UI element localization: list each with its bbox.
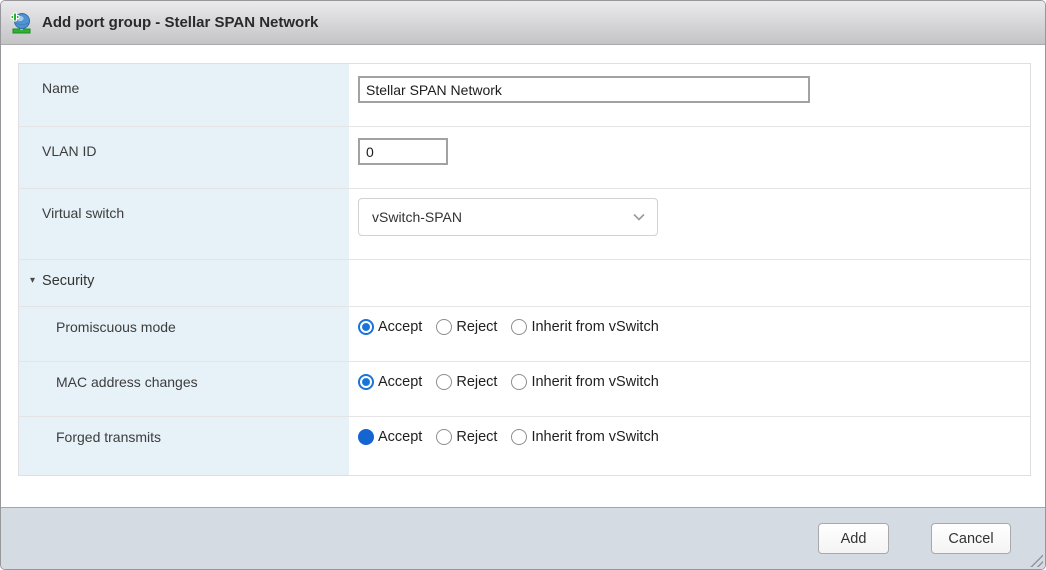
radio-option-label: Accept <box>378 319 422 335</box>
name-label-cell: Name <box>19 64 349 126</box>
radio-option-label: Inherit from vSwitch <box>531 319 658 335</box>
vswitch-label: Virtual switch <box>42 205 124 221</box>
radio-button-icon <box>511 429 527 445</box>
forged-transmits-radio-group: Accept Reject Inherit from vSwitch <box>358 429 1030 445</box>
vlan-row: VLAN ID <box>19 127 1030 189</box>
forged-inherit-radio[interactable]: Inherit from vSwitch <box>511 429 658 445</box>
vswitch-field-cell: vSwitch-SPAN <box>349 189 1030 259</box>
promiscuous-accept-radio[interactable]: Accept <box>358 319 422 335</box>
mac-changes-accept-radio[interactable]: Accept <box>358 374 422 390</box>
forged-accept-radio[interactable]: Accept <box>358 429 422 445</box>
security-section-label: Security <box>42 273 94 289</box>
name-input[interactable] <box>358 76 810 103</box>
radio-button-icon <box>436 319 452 335</box>
dialog-title: Add port group - Stellar SPAN Network <box>42 14 318 31</box>
vlan-label-cell: VLAN ID <box>19 127 349 188</box>
radio-button-icon <box>511 374 527 390</box>
vswitch-select[interactable]: vSwitch-SPAN <box>358 198 658 236</box>
form-table: Name VLAN ID Virtual switch <box>18 63 1031 476</box>
mac-changes-label: MAC address changes <box>56 374 198 390</box>
name-label: Name <box>42 80 79 96</box>
radio-option-label: Reject <box>456 374 497 390</box>
vlan-label: VLAN ID <box>42 143 96 159</box>
promiscuous-label: Promiscuous mode <box>56 319 176 335</box>
radio-option-label: Accept <box>378 374 422 390</box>
chevron-down-icon <box>633 208 645 226</box>
vlan-field-cell <box>349 127 1030 188</box>
forged-transmits-field-cell: Accept Reject Inherit from vSwitch <box>349 417 1030 475</box>
name-field-cell <box>349 64 1030 126</box>
vswitch-selected-value: vSwitch-SPAN <box>372 209 462 225</box>
radio-button-icon <box>358 429 374 445</box>
mac-changes-row: MAC address changes Accept Reject <box>19 362 1030 417</box>
mac-changes-inherit-radio[interactable]: Inherit from vSwitch <box>511 374 658 390</box>
radio-option-label: Reject <box>456 319 497 335</box>
radio-option-label: Inherit from vSwitch <box>531 429 658 445</box>
dialog-titlebar: Add port group - Stellar SPAN Network <box>1 1 1045 45</box>
vswitch-label-cell: Virtual switch <box>19 189 349 259</box>
radio-button-icon <box>511 319 527 335</box>
radio-button-icon <box>436 374 452 390</box>
mac-changes-radio-group: Accept Reject Inherit from vSwitch <box>358 374 1030 390</box>
radio-button-icon <box>436 429 452 445</box>
radio-option-label: Inherit from vSwitch <box>531 374 658 390</box>
vlan-input[interactable] <box>358 138 448 165</box>
promiscuous-label-cell: Promiscuous mode <box>19 307 349 361</box>
radio-button-icon <box>358 319 374 335</box>
security-section-spacer <box>349 260 1030 306</box>
forged-transmits-label-cell: Forged transmits <box>19 417 349 475</box>
radio-option-label: Accept <box>378 429 422 445</box>
mac-changes-reject-radio[interactable]: Reject <box>436 374 497 390</box>
mac-changes-field-cell: Accept Reject Inherit from vSwitch <box>349 362 1030 416</box>
promiscuous-row: Promiscuous mode Accept Reject <box>19 307 1030 362</box>
dialog-footer: Add Cancel <box>1 507 1045 569</box>
forged-transmits-row: Forged transmits Accept Reject <box>19 417 1030 475</box>
cancel-button[interactable]: Cancel <box>931 523 1011 554</box>
forged-reject-radio[interactable]: Reject <box>436 429 497 445</box>
radio-button-icon <box>358 374 374 390</box>
promiscuous-reject-radio[interactable]: Reject <box>436 319 497 335</box>
promiscuous-field-cell: Accept Reject Inherit from vSwitch <box>349 307 1030 361</box>
name-row: Name <box>19 64 1030 127</box>
security-section-toggle[interactable]: ▾ Security <box>19 260 349 306</box>
resize-grip[interactable] <box>1030 554 1043 567</box>
add-button[interactable]: Add <box>818 523 889 554</box>
security-section-row: ▾ Security <box>19 260 1030 307</box>
dialog-content: Name VLAN ID Virtual switch <box>1 45 1045 507</box>
promiscuous-inherit-radio[interactable]: Inherit from vSwitch <box>511 319 658 335</box>
add-port-group-icon <box>10 12 34 34</box>
forged-transmits-label: Forged transmits <box>56 429 161 445</box>
triangle-down-icon: ▾ <box>30 273 35 288</box>
vswitch-row: Virtual switch vSwitch-SPAN <box>19 189 1030 260</box>
add-port-group-dialog: Add port group - Stellar SPAN Network Na… <box>0 0 1046 570</box>
radio-option-label: Reject <box>456 429 497 445</box>
promiscuous-radio-group: Accept Reject Inherit from vSwitch <box>358 319 1030 335</box>
mac-changes-label-cell: MAC address changes <box>19 362 349 416</box>
